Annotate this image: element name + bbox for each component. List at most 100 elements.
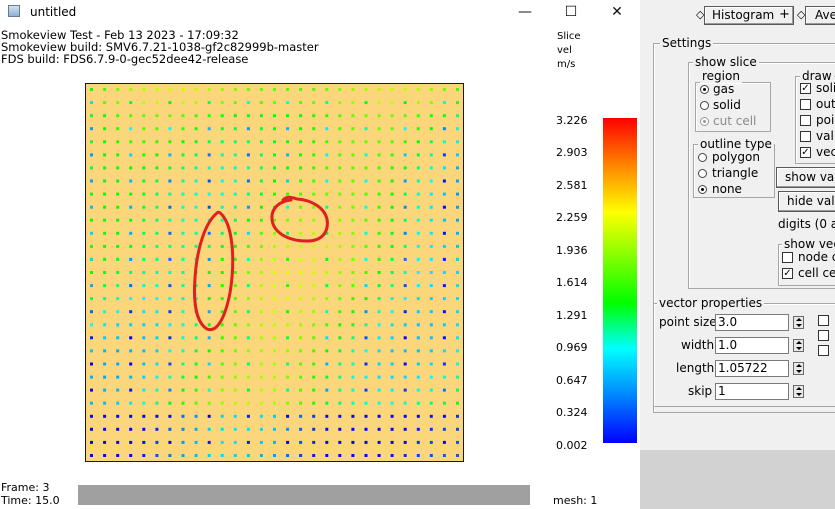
vector-point: [325, 153, 329, 157]
vector-point: [116, 127, 120, 131]
cell-centered-checkbox[interactable]: ✓: [782, 268, 793, 279]
vector-point: [390, 231, 394, 235]
colorbar[interactable]: [603, 118, 637, 443]
region-solid-radio[interactable]: [700, 101, 709, 110]
vector-point: [142, 362, 146, 366]
draw-vectors-checkbox[interactable]: ✓: [800, 147, 811, 158]
vector-point: [390, 349, 394, 353]
title-bar[interactable]: untitled — ☐ ✕: [0, 0, 640, 24]
vector-point: [416, 414, 420, 418]
hide-values-button[interactable]: hide valu: [778, 191, 835, 212]
skip-field[interactable]: 1: [715, 383, 789, 400]
vector-point: [325, 192, 329, 196]
vector-point: [246, 362, 250, 366]
draw-values-checkbox[interactable]: [800, 131, 811, 142]
vector-point: [90, 440, 93, 444]
vector-option-checkbox[interactable]: [818, 330, 829, 341]
vector-point: [168, 192, 172, 196]
colorbar-tick: 3.226: [556, 114, 588, 127]
vector-point: [377, 427, 381, 431]
width-field[interactable]: 1.0: [715, 337, 789, 354]
vector-point: [194, 205, 198, 209]
vector-point: [312, 414, 316, 418]
vector-point: [312, 244, 316, 248]
vector-point: [299, 101, 303, 105]
vector-point: [416, 401, 420, 405]
vector-point: [273, 179, 276, 183]
vector-point: [390, 192, 394, 196]
vector-point: [116, 427, 120, 431]
length-spinner[interactable]: [793, 362, 804, 375]
vector-point: [442, 88, 446, 91]
vector-point: [90, 297, 93, 301]
outline-polygon-radio[interactable]: [698, 153, 707, 162]
region-cutcell-radio[interactable]: [700, 117, 709, 126]
vector-point: [168, 336, 172, 340]
vector-point: [181, 284, 185, 288]
vector-point: [456, 440, 459, 444]
vector-point: [312, 101, 316, 105]
vector-slice-plot[interactable]: [85, 83, 464, 462]
vector-option-checkbox[interactable]: [818, 345, 829, 356]
skip-spinner[interactable]: [793, 385, 804, 398]
draw-outline-checkbox[interactable]: [800, 99, 811, 110]
vector-point: [338, 362, 342, 366]
vector-point: [403, 140, 407, 144]
width-spinner[interactable]: [793, 339, 804, 352]
close-button[interactable]: ✕: [594, 0, 640, 24]
maximize-button[interactable]: ☐: [548, 0, 594, 24]
region-gas-radio[interactable]: [700, 85, 709, 94]
vector-point: [429, 114, 433, 118]
outline-none-radio[interactable]: [698, 185, 707, 194]
vector-point: [168, 166, 172, 170]
average-button[interactable]: Ave: [805, 6, 835, 25]
vector-point: [207, 414, 211, 418]
vector-point: [312, 336, 316, 340]
vector-point: [233, 427, 237, 431]
vector-point: [377, 271, 381, 274]
vector-point: [129, 166, 133, 170]
show-values-button[interactable]: show val: [776, 167, 835, 188]
vector-point: [429, 179, 433, 183]
settings-title[interactable]: Settings: [660, 36, 714, 50]
vector-point: [220, 88, 224, 91]
point-size-spinner[interactable]: [793, 316, 804, 329]
vector-point: [325, 114, 329, 118]
vector-point: [325, 323, 329, 327]
draw-solid-checkbox[interactable]: ✓: [800, 83, 811, 94]
point-size-field[interactable]: 3.0: [715, 314, 789, 331]
vector-point: [273, 349, 276, 353]
vector-point: [364, 101, 368, 105]
minimize-button[interactable]: —: [502, 0, 548, 24]
vector-point: [403, 388, 407, 392]
vector-point: [456, 244, 459, 248]
outline-triangle-radio[interactable]: [698, 169, 707, 178]
draw-solid-label: soli: [816, 81, 835, 95]
draw-points-checkbox[interactable]: [800, 115, 811, 126]
vector-point: [390, 114, 394, 118]
outline-triangle-label: triangle: [712, 166, 759, 180]
colorbar-tick: 2.903: [556, 146, 588, 159]
vector-point: [325, 271, 329, 274]
node-centered-checkbox[interactable]: [782, 252, 793, 263]
length-field[interactable]: 1.05722: [715, 360, 789, 377]
vector-point: [246, 336, 250, 340]
skip-label: skip: [688, 384, 713, 398]
vector-point: [390, 388, 394, 392]
vector-point: [194, 440, 198, 444]
vector-point: [351, 218, 355, 222]
vector-point: [207, 179, 211, 183]
vector-point: [286, 401, 290, 405]
vector-point: [442, 310, 446, 314]
vector-point: [286, 192, 290, 196]
vector-point: [377, 88, 381, 91]
vector-point: [246, 244, 250, 248]
frame-label: Frame: 3: [1, 481, 50, 494]
vector-point: [142, 179, 146, 183]
time-slider-bar[interactable]: [78, 485, 530, 505]
vector-point: [286, 362, 290, 366]
vector-point: [259, 192, 263, 196]
time-label: Time: 15.0: [1, 494, 60, 507]
vector-option-checkbox[interactable]: [818, 315, 829, 326]
histogram-button[interactable]: Histogram +: [704, 6, 794, 25]
